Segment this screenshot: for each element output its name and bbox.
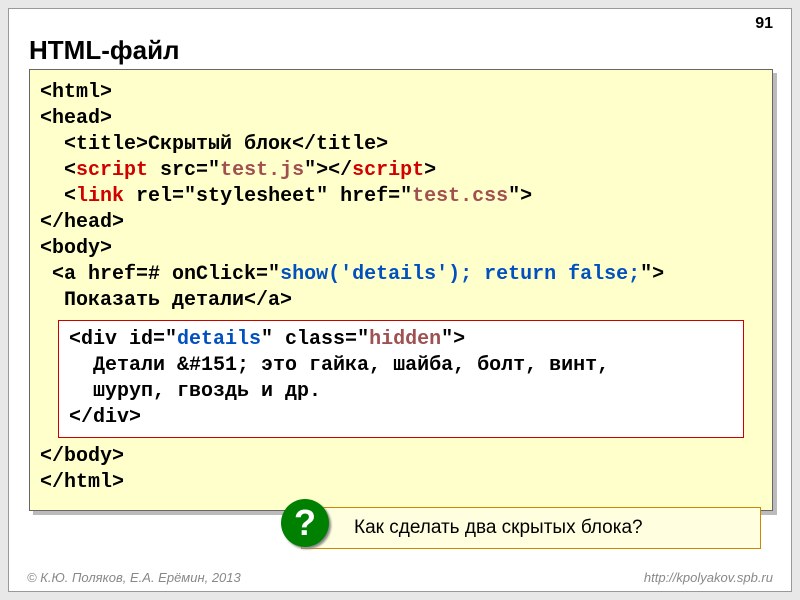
page-number: 91: [755, 15, 773, 33]
question-text: Как сделать два скрытых блока?: [354, 517, 643, 539]
slide: 91 HTML-файл <html> <head> <title>Скрыты…: [8, 8, 792, 592]
footer: © К.Ю. Поляков, Е.А. Ерёмин, 2013 http:/…: [27, 570, 773, 585]
footer-left: © К.Ю. Поляков, Е.А. Ерёмин, 2013: [27, 570, 241, 585]
question-icon: ?: [281, 499, 329, 547]
code-line: </html>: [40, 470, 762, 496]
code-line: Показать детали</a>: [40, 288, 762, 314]
code-block: <html> <head> <title>Скрытый блок</title…: [29, 69, 773, 511]
code-line: <link rel="stylesheet" href="test.css">: [40, 184, 762, 210]
inner-code-block: <div id="details" class="hidden"> Детали…: [58, 320, 744, 438]
code-line: <body>: [40, 236, 762, 262]
code-line: <html>: [40, 80, 762, 106]
page-title: HTML-файл: [29, 35, 180, 66]
code-line: <a href=# onClick="show('details'); retu…: [40, 262, 762, 288]
code-line: шуруп, гвоздь и др.: [69, 379, 733, 405]
code-line: <title>Скрытый блок</title>: [40, 132, 762, 158]
code-line: <script src="test.js"></script>: [40, 158, 762, 184]
code-line: </div>: [69, 405, 733, 431]
code-line: </head>: [40, 210, 762, 236]
code-line: <div id="details" class="hidden">: [69, 327, 733, 353]
code-line: </body>: [40, 444, 762, 470]
footer-right: http://kpolyakov.spb.ru: [644, 570, 773, 585]
question-box: Как сделать два скрытых блока?: [301, 507, 761, 549]
code-line: Детали &#151; это гайка, шайба, болт, ви…: [69, 353, 733, 379]
code-line: <head>: [40, 106, 762, 132]
